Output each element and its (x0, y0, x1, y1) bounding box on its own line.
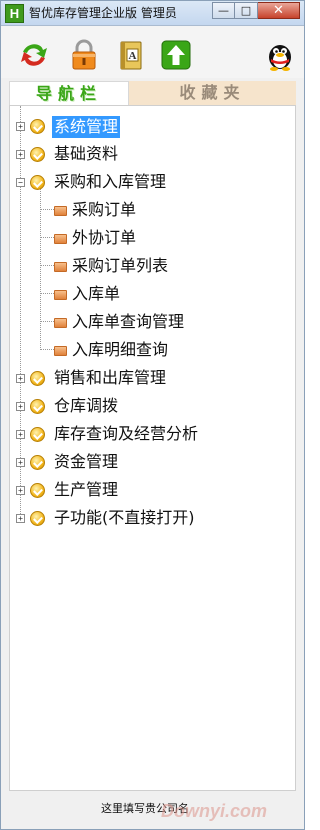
tree-leaf-label: 入库单 (72, 284, 121, 303)
expand-toggle[interactable]: + (16, 458, 25, 467)
tree-leaf-label: 外协订单 (72, 228, 137, 247)
folder-node-icon (30, 399, 45, 414)
tree-node-sub-functions[interactable]: + 子功能(不直接打开) (10, 504, 290, 532)
window-controls: — □ ✕ (212, 2, 300, 19)
app-window: H 智优库存管理企业版 管理员 — □ ✕ A 导航栏 收藏夹 + 系统管理 +… (0, 0, 305, 830)
tree-leaf-purchase-order[interactable]: 采购订单 (10, 196, 290, 224)
tree-leaf-inbound-query[interactable]: 入库单查询管理 (10, 308, 290, 336)
folder-node-icon (30, 175, 45, 190)
expand-toggle[interactable]: + (16, 430, 25, 439)
tree-node-label: 生产管理 (54, 480, 119, 499)
tree-node-label: 基础资料 (54, 144, 119, 163)
module-leaf-icon (54, 346, 67, 356)
upload-arrow-icon (161, 40, 191, 70)
tree-node-system[interactable]: + 系统管理 (10, 112, 290, 140)
module-leaf-icon (54, 290, 67, 300)
tree-node-label: 子功能(不直接打开) (54, 508, 195, 527)
expand-toggle[interactable]: + (16, 514, 25, 523)
tree-node-label: 采购和入库管理 (54, 172, 167, 191)
expand-toggle[interactable]: + (16, 122, 25, 131)
tree-node-purchase-inbound[interactable]: − 采购和入库管理 (10, 168, 290, 196)
switch-arrows-icon (21, 44, 47, 66)
tree-leaf-label: 采购订单 (72, 200, 137, 219)
tree-leaf-label: 入库明细查询 (72, 340, 169, 359)
status-bar: 这里填写贵公司名 Downyi.com (1, 793, 304, 829)
folder-node-icon (30, 119, 45, 134)
expand-toggle[interactable]: + (16, 486, 25, 495)
module-leaf-icon (54, 206, 67, 216)
company-name-text: 这里填写贵公司名 (101, 802, 189, 815)
tree-node-inventory-analysis[interactable]: + 库存查询及经营分析 (10, 420, 290, 448)
upload-button[interactable] (159, 38, 193, 72)
tree-node-label: 库存查询及经营分析 (54, 424, 199, 443)
tab-navigation[interactable]: 导航栏 (9, 81, 129, 105)
tree-node-basic-data[interactable]: + 基础资料 (10, 140, 290, 168)
app-logo-icon: H (5, 4, 24, 23)
module-leaf-icon (54, 262, 67, 272)
navigation-tree: + 系统管理 + 基础资料 − 采购和入库管理 采购订单 外协订单 采购订单列表 (9, 105, 296, 791)
folder-node-icon (30, 483, 45, 498)
folder-node-icon (30, 371, 45, 386)
tree-leaf-purchase-order-list[interactable]: 采购订单列表 (10, 252, 290, 280)
svg-text:A: A (129, 50, 137, 62)
collapse-toggle[interactable]: − (16, 178, 25, 187)
address-book-icon: A (120, 41, 142, 70)
panel-tabs: 导航栏 收藏夹 (9, 81, 296, 105)
close-button[interactable]: ✕ (258, 2, 300, 19)
tree-node-warehouse-transfer[interactable]: + 仓库调拨 (10, 392, 290, 420)
folder-node-icon (30, 427, 45, 442)
folder-node-icon (30, 511, 45, 526)
qq-penguin-icon (269, 45, 291, 71)
tree-leaf-inbound-slip[interactable]: 入库单 (10, 280, 290, 308)
module-leaf-icon (54, 318, 67, 328)
tree-leaf-label: 采购订单列表 (72, 256, 169, 275)
tree-node-label: 销售和出库管理 (54, 368, 167, 387)
expand-toggle[interactable]: + (16, 150, 25, 159)
expand-toggle[interactable]: + (16, 374, 25, 383)
title-bar[interactable]: H 智优库存管理企业版 管理员 — □ ✕ (1, 1, 304, 26)
minimize-button[interactable]: — (212, 2, 235, 19)
lock-button[interactable] (67, 38, 101, 72)
tree-node-label: 仓库调拨 (54, 396, 119, 415)
window-title: 智优库存管理企业版 管理员 (29, 6, 177, 20)
folder-node-icon (30, 455, 45, 470)
address-book-button[interactable]: A (114, 38, 148, 72)
tree-node-label: 资金管理 (54, 452, 119, 471)
tree-node-funds[interactable]: + 资金管理 (10, 448, 290, 476)
folder-node-icon (30, 147, 45, 162)
tree-leaf-outsource-order[interactable]: 外协订单 (10, 224, 290, 252)
tree-node-label: 系统管理 (52, 116, 121, 138)
module-leaf-icon (54, 234, 67, 244)
tree-leaf-inbound-detail-query[interactable]: 入库明细查询 (10, 336, 290, 364)
maximize-button[interactable]: □ (235, 2, 258, 19)
qq-button[interactable] (263, 38, 297, 72)
expand-toggle[interactable]: + (16, 402, 25, 411)
tab-favorites[interactable]: 收藏夹 (129, 81, 296, 105)
tree-node-production[interactable]: + 生产管理 (10, 476, 290, 504)
tree-leaf-label: 入库单查询管理 (72, 312, 185, 331)
lock-icon (72, 39, 96, 70)
switch-user-button[interactable] (17, 38, 51, 72)
toolbar: A (1, 26, 304, 78)
tree-node-sales-outbound[interactable]: + 销售和出库管理 (10, 364, 290, 392)
